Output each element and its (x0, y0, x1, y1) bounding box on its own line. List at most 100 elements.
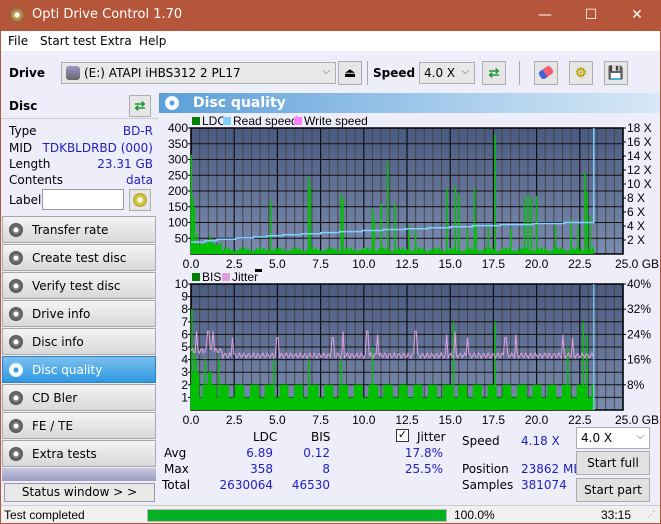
verify-disc-icon (9, 279, 23, 293)
max-bis: 8 (322, 462, 330, 476)
col-bis: BIS (311, 430, 331, 444)
ldc-chart: 501001502002503003504002 X4 X6 X8 X10 X1… (168, 121, 659, 271)
field-key: Length (9, 157, 51, 171)
menu-extra[interactable]: Extra (100, 34, 132, 48)
nav-verify-test-disc[interactable]: Verify test disc (2, 272, 156, 299)
y2-tick-label: 8 X (627, 191, 645, 205)
y-tick-label: 1 (181, 390, 188, 404)
nav-create-test-disc[interactable]: Create test disc (2, 244, 156, 271)
disc-header: Disc ⇄ (1, 93, 158, 119)
legend-jitter-swatch (222, 273, 230, 281)
y2-tick-label: 2 X (627, 233, 645, 247)
close-button[interactable]: ✕ (614, 0, 660, 31)
field-key: Type (9, 124, 37, 138)
disc-quality-icon (165, 96, 179, 110)
y-tick-label: 7 (181, 315, 188, 329)
disc-refresh-button[interactable]: ⇄ (129, 95, 151, 117)
y2-tick-label: 8% (627, 378, 645, 392)
menu-start-test[interactable]: Start test (40, 34, 96, 48)
chevron-down-icon: ⌵ (461, 66, 469, 77)
refresh-icon: ⇄ (134, 98, 146, 113)
nav-label: Extra tests (32, 447, 97, 461)
maximize-button[interactable]: ☐ (568, 0, 614, 31)
y-tick-label: 6 (181, 327, 188, 341)
x-tick-label: 12.5 (395, 413, 419, 427)
x-tick-label: 15.0 (439, 413, 463, 427)
speed-select[interactable]: 4.0 X ⌵ (419, 62, 475, 84)
x-tick-label: 17.5 (482, 257, 506, 271)
erase-button[interactable] (534, 61, 558, 85)
nav-label: FE / TE (32, 419, 74, 433)
nav-cd-bler[interactable]: CD Bler (2, 384, 156, 411)
nav-disc-quality[interactable]: Disc quality (2, 356, 156, 383)
label-disc-button[interactable] (129, 189, 151, 211)
progress-bar (147, 509, 447, 522)
label-input[interactable] (42, 189, 124, 210)
samples-label: Samples (462, 478, 514, 492)
avg-bis: 0.12 (303, 446, 330, 460)
jitter-checkbox[interactable]: ✓ (396, 429, 409, 442)
menu-file[interactable]: File (8, 34, 28, 48)
y-tick-label: 50 (175, 231, 189, 245)
y2-tick-label: 24% (627, 327, 651, 341)
legend-read-speed-swatch (223, 117, 231, 125)
nav-fe-te[interactable]: FE / TE (2, 412, 156, 439)
erase-icon (537, 64, 555, 81)
start-part-button[interactable]: Start part (576, 478, 650, 502)
nav-transfer-rate[interactable]: Transfer rate (2, 216, 156, 243)
x-tick-label: 0.0 (183, 257, 200, 271)
nav-label: Disc info (32, 335, 84, 349)
title-bar: Opti Drive Control 1.70 — ☐ ✕ (1, 0, 660, 31)
disc-quality-charts: LDC Read speed Write speed 5010015020025… (168, 114, 659, 427)
start-full-button[interactable]: Start full (576, 451, 650, 475)
field-value: data (125, 173, 153, 187)
minimize-button[interactable]: — (522, 0, 568, 31)
x-tick-label: 5.0 (269, 413, 286, 427)
status-window-button[interactable]: Status window > > (4, 483, 155, 502)
y-tick-label: 8 (181, 302, 188, 316)
legend-write-speed: Write speed (304, 114, 368, 128)
save-icon: 💾 (607, 65, 625, 80)
test-speed-select[interactable]: 4.0 X ⌵ (576, 427, 650, 449)
refresh-icon: ⇄ (488, 65, 500, 80)
nav-drive-info[interactable]: Drive info (2, 300, 156, 327)
x-tick-label: 5.0 (269, 257, 286, 271)
x-tick-label: 2.5 (226, 413, 243, 427)
settings-button[interactable]: ⚙ (569, 61, 593, 85)
refresh-button[interactable]: ⇄ (482, 61, 506, 85)
drive-select[interactable]: (E:) ATAPI iHBS312 2 PL17 ⌵ (61, 62, 336, 84)
status-text: Test completed (4, 508, 85, 522)
field-value: 23.31 GB (97, 157, 153, 171)
panel-header: Disc quality (159, 93, 660, 113)
nav-label: Transfer rate (32, 223, 109, 237)
samples-value: 381074 (521, 478, 567, 492)
resize-grip-icon[interactable]: ⋰ (647, 510, 655, 519)
legend-marker (255, 269, 262, 272)
drive-icon (66, 66, 80, 80)
save-button[interactable]: 💾 (604, 61, 628, 85)
y2-tick-label: 4 X (627, 219, 645, 233)
position-value: 23862 MB (521, 462, 582, 476)
y2-tick-label: 14 X (627, 149, 652, 163)
y2-tick-label: 6 X (627, 205, 645, 219)
x-tick-label: 25.0 GB (615, 257, 659, 271)
speed-label: Speed (462, 434, 500, 448)
x-tick-label: 7.5 (312, 413, 329, 427)
disc-header-title: Disc (9, 99, 38, 113)
eject-button[interactable]: ⏏ (338, 61, 362, 85)
y-tick-label: 250 (168, 168, 188, 182)
y-tick-label: 400 (168, 121, 188, 135)
nav-disc-info[interactable]: Disc info (2, 328, 156, 355)
y-tick-label: 300 (168, 153, 188, 167)
y-tick-label: 4 (181, 353, 188, 367)
nav-label: Drive info (32, 307, 91, 321)
cd-bler-icon (9, 391, 23, 405)
total-ldc: 2630064 (219, 478, 273, 492)
field-value: BD-R (122, 124, 153, 138)
menu-help[interactable]: Help (139, 34, 166, 48)
progress-label: 100.0% (454, 508, 495, 522)
disc-icon (133, 193, 147, 207)
nav-extra-tests[interactable]: Extra tests (2, 440, 156, 467)
x-tick-label: 22.5 (568, 413, 592, 427)
total-bis: 46530 (291, 478, 330, 492)
